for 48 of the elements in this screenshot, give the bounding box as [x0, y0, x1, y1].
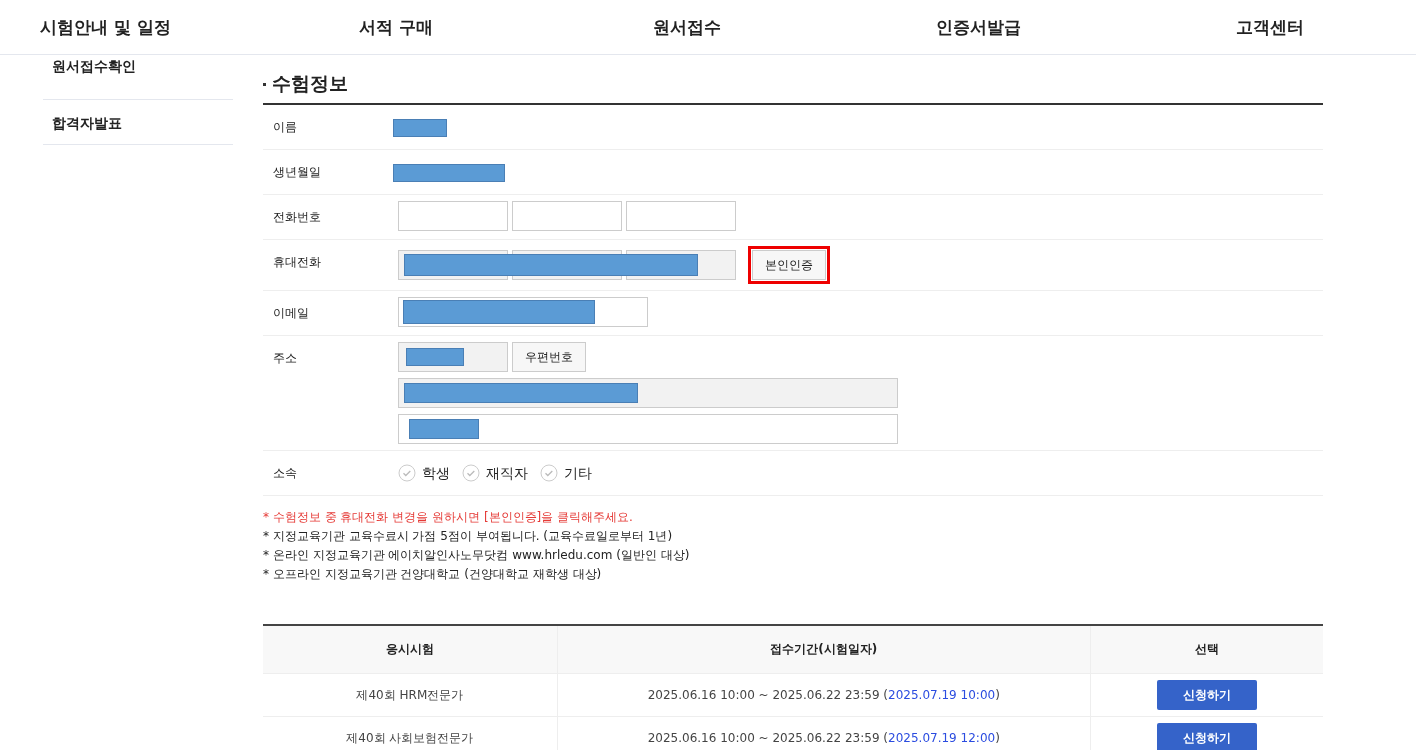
- column-header: 선택: [1090, 625, 1323, 674]
- redaction-bar: [406, 348, 464, 366]
- check-circle-icon[interactable]: [462, 464, 480, 482]
- sidebar-item[interactable]: 원서접수확인: [43, 55, 233, 100]
- table-cell: 제40회 사회보험전문가: [263, 716, 558, 750]
- check-circle-icon[interactable]: [398, 464, 416, 482]
- table-cell: 2025.06.16 10:00 ~ 2025.06.22 23:59 (2025.07.19 10:00): [557, 673, 1091, 717]
- option-label[interactable]: 재직자: [486, 457, 528, 489]
- column-header: 접수기간(시험일자): [557, 625, 1091, 674]
- nav-link[interactable]: 인증서발급: [833, 15, 1125, 39]
- input-field[interactable]: [626, 201, 736, 231]
- verify-button[interactable]: 본인인증: [752, 250, 826, 280]
- table-cell: 2025.06.16 10:00 ~ 2025.06.22 23:59 (2025.07.19 12:00): [557, 716, 1091, 750]
- input-field[interactable]: [512, 201, 622, 231]
- input-field[interactable]: [398, 201, 508, 231]
- field-label: 주소: [272, 350, 298, 367]
- notice-text: * 지정교육기관 교육수료시 가점 5점이 부여됩니다. (교육수료일로부터 1년): [263, 528, 674, 545]
- input-field[interactable]: [398, 414, 898, 444]
- bullet-icon: [263, 82, 266, 86]
- nav-link[interactable]: 서적 구매: [250, 15, 542, 39]
- apply-button[interactable]: 신청하기: [1156, 680, 1257, 710]
- field-label: 소속: [272, 465, 298, 482]
- input-field[interactable]: [398, 297, 648, 327]
- section-title: 수험정보: [272, 71, 348, 96]
- phone-input-group[interactable]: [398, 250, 736, 280]
- option-label[interactable]: 학생: [422, 457, 450, 489]
- notice-text: * 온라인 지정교육기관 에이치알인사노무닷컴 www.hrledu.com (일반인 대상): [263, 547, 691, 564]
- table-cell: 제40회 HRM전문가: [263, 673, 558, 717]
- redaction-bar: [409, 419, 479, 439]
- input-field[interactable]: [398, 342, 508, 372]
- field-label: 생년월일: [272, 164, 322, 181]
- notice-text: * 오프라인 지정교육기관 건양대학교 (건양대학교 재학생 대상): [263, 566, 603, 583]
- nav-link[interactable]: 고객센터: [1124, 15, 1416, 39]
- field-label: 전화번호: [272, 209, 322, 226]
- field-label: 이름: [272, 119, 298, 136]
- sidebar-item[interactable]: 합격자발표: [43, 100, 233, 145]
- field-label: 휴대전화: [272, 254, 322, 271]
- notice-text: * 수험정보 중 휴대전화 변경을 원하시면 [본인인증]을 클릭해주세요.: [263, 509, 634, 526]
- apply-button[interactable]: 신청하기: [1156, 723, 1257, 750]
- redaction-bar: [393, 119, 447, 137]
- nav-link[interactable]: 원서접수: [541, 15, 833, 39]
- input-field[interactable]: [398, 378, 898, 408]
- column-header: 응시시험: [263, 625, 558, 674]
- check-circle-icon[interactable]: [540, 464, 558, 482]
- nav-link[interactable]: 시험안내 및 일정: [40, 15, 210, 39]
- field-label: 이메일: [272, 305, 310, 322]
- option-label[interactable]: 기타: [564, 457, 592, 489]
- postcode-button[interactable]: 우편번호: [512, 342, 586, 372]
